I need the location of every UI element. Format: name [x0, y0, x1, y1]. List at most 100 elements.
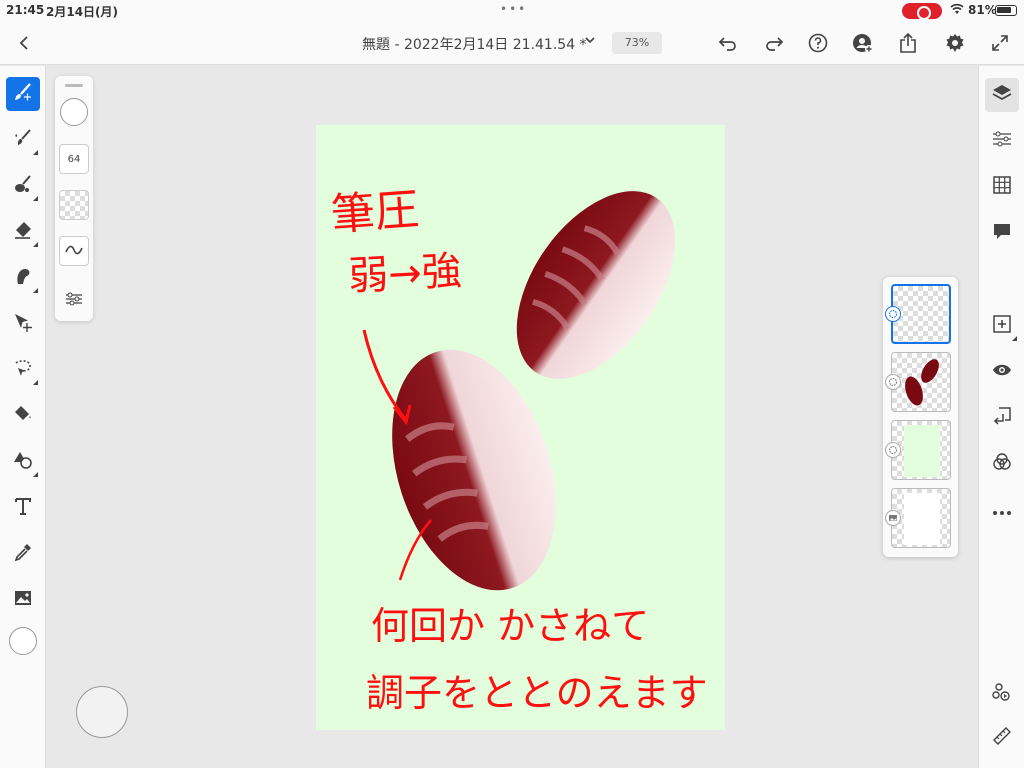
shapes-icon [12, 449, 34, 475]
paint-brush-icon [12, 81, 34, 107]
checkerboard-icon[interactable] [59, 190, 89, 220]
adjustments-button[interactable] [985, 124, 1019, 158]
ellipsis-icon [991, 501, 1013, 520]
top-toolbar: 無題 - 2022年2月14日 21.41.54 * 73% [0, 22, 1024, 65]
comments-button[interactable] [985, 216, 1019, 250]
status-time: 21:45 [6, 3, 45, 17]
comment-icon [992, 221, 1012, 245]
layer-green-thumbnail [904, 425, 940, 477]
invite-user-icon[interactable] [852, 32, 874, 54]
left-toolbar [0, 66, 46, 768]
status-bar: 21:45 2月14日(月) ••• 81% [0, 0, 1024, 22]
paint-brush-tool[interactable] [6, 77, 40, 111]
watercolor-brush-tool[interactable] [6, 123, 40, 157]
battery-percent: 81% [968, 3, 997, 17]
brush-preview[interactable] [60, 98, 88, 126]
move-icon [12, 311, 34, 337]
eraser-tool[interactable] [6, 215, 40, 249]
submenu-indicator [33, 242, 38, 247]
layers-panel [883, 277, 958, 557]
submenu-indicator [33, 150, 38, 155]
ruler-button[interactable] [985, 721, 1019, 755]
brush-size-value: 64 [67, 153, 81, 165]
merge-down-button[interactable] [985, 401, 1019, 435]
undo-icon[interactable] [716, 32, 740, 54]
submenu-indicator [33, 472, 38, 477]
annotation-pen-pressure: 筆圧 [329, 183, 421, 242]
layer-badge-selected[interactable] [885, 306, 901, 322]
lasso-tool[interactable] [6, 353, 40, 387]
submenu-indicator [33, 196, 38, 201]
add-layer-button[interactable] [985, 309, 1019, 343]
fullscreen-icon[interactable] [989, 32, 1011, 54]
sliders-icon [991, 130, 1013, 152]
status-date: 2月14日(月) [46, 5, 119, 19]
multitasking-dots-icon[interactable]: ••• [500, 2, 527, 16]
right-toolbar [978, 66, 1024, 768]
layers-icon [991, 82, 1013, 108]
grid-icon [992, 175, 1012, 199]
merge-icon [992, 406, 1012, 430]
battery-level-fill [997, 7, 1011, 13]
type-tool[interactable] [6, 491, 40, 525]
document-title[interactable]: 無題 - 2022年2月14日 21.41.54 * [362, 34, 587, 54]
move-tool[interactable] [6, 307, 40, 341]
broadcast-icon [991, 681, 1013, 707]
paint-bucket-icon [12, 403, 34, 429]
screen-recording-icon[interactable] [902, 3, 942, 20]
gear-icon[interactable] [944, 32, 966, 54]
smoothing-button[interactable] [59, 236, 89, 266]
submenu-indicator [1012, 336, 1017, 341]
layer-white-thumbnail [904, 493, 940, 545]
image-icon [12, 587, 34, 613]
live-stream-button[interactable] [985, 677, 1019, 711]
zoom-level[interactable]: 73% [612, 32, 662, 54]
help-icon[interactable] [807, 32, 829, 54]
blend-mode-button[interactable] [985, 447, 1019, 481]
brush-settings-icon[interactable] [61, 286, 87, 312]
eye-icon [991, 362, 1013, 382]
text-icon [12, 495, 34, 521]
smudge-icon [12, 265, 34, 291]
submenu-indicator [33, 380, 38, 385]
annotation-layer-several-times: 何回か かさねて [371, 604, 650, 648]
touch-modifier-button[interactable] [76, 686, 128, 738]
more-button[interactable] [985, 493, 1019, 527]
eyedropper-tool[interactable] [6, 537, 40, 571]
fill-tool[interactable] [6, 399, 40, 433]
wifi-icon [950, 3, 964, 18]
layers-button[interactable] [985, 78, 1019, 112]
smudge-tool[interactable] [6, 261, 40, 295]
blend-circles-icon [991, 451, 1013, 477]
chevron-down-icon[interactable] [584, 34, 596, 46]
share-icon[interactable] [897, 31, 919, 55]
visibility-button[interactable] [985, 355, 1019, 389]
brush-panel: 64 [55, 76, 93, 321]
oil-brush-icon [12, 173, 34, 199]
image-layer-icon[interactable] [885, 510, 901, 526]
grid-button[interactable] [985, 170, 1019, 204]
ruler-icon [991, 725, 1013, 751]
annotation-adjust-tone: 調子をととのえます [366, 671, 708, 715]
add-layer-icon [992, 314, 1012, 338]
watercolor-brush-icon [12, 127, 34, 153]
redo-icon[interactable] [762, 32, 786, 54]
layer-badge[interactable] [885, 442, 901, 458]
sushi-slice-upper [516, 191, 676, 379]
drawing-canvas[interactable]: 筆圧 弱→強 何回か かさねて 調子をととのえます [316, 125, 725, 730]
eraser-icon [12, 219, 34, 245]
eyedropper-icon [12, 541, 34, 567]
annotation-weak-to-strong: 弱→強 [347, 248, 463, 300]
layer-badge[interactable] [885, 374, 901, 390]
place-image-tool[interactable] [6, 583, 40, 617]
shape-tool[interactable] [6, 445, 40, 479]
battery-icon [995, 5, 1017, 16]
smoothing-wave-icon [64, 244, 84, 259]
submenu-indicator [33, 288, 38, 293]
brush-size-button[interactable]: 64 [59, 144, 89, 174]
oil-brush-tool[interactable] [6, 169, 40, 203]
color-swatch[interactable] [9, 627, 37, 655]
chevron-left-icon[interactable] [14, 32, 34, 54]
panel-drag-handle[interactable] [65, 84, 83, 87]
lasso-icon [12, 357, 34, 383]
